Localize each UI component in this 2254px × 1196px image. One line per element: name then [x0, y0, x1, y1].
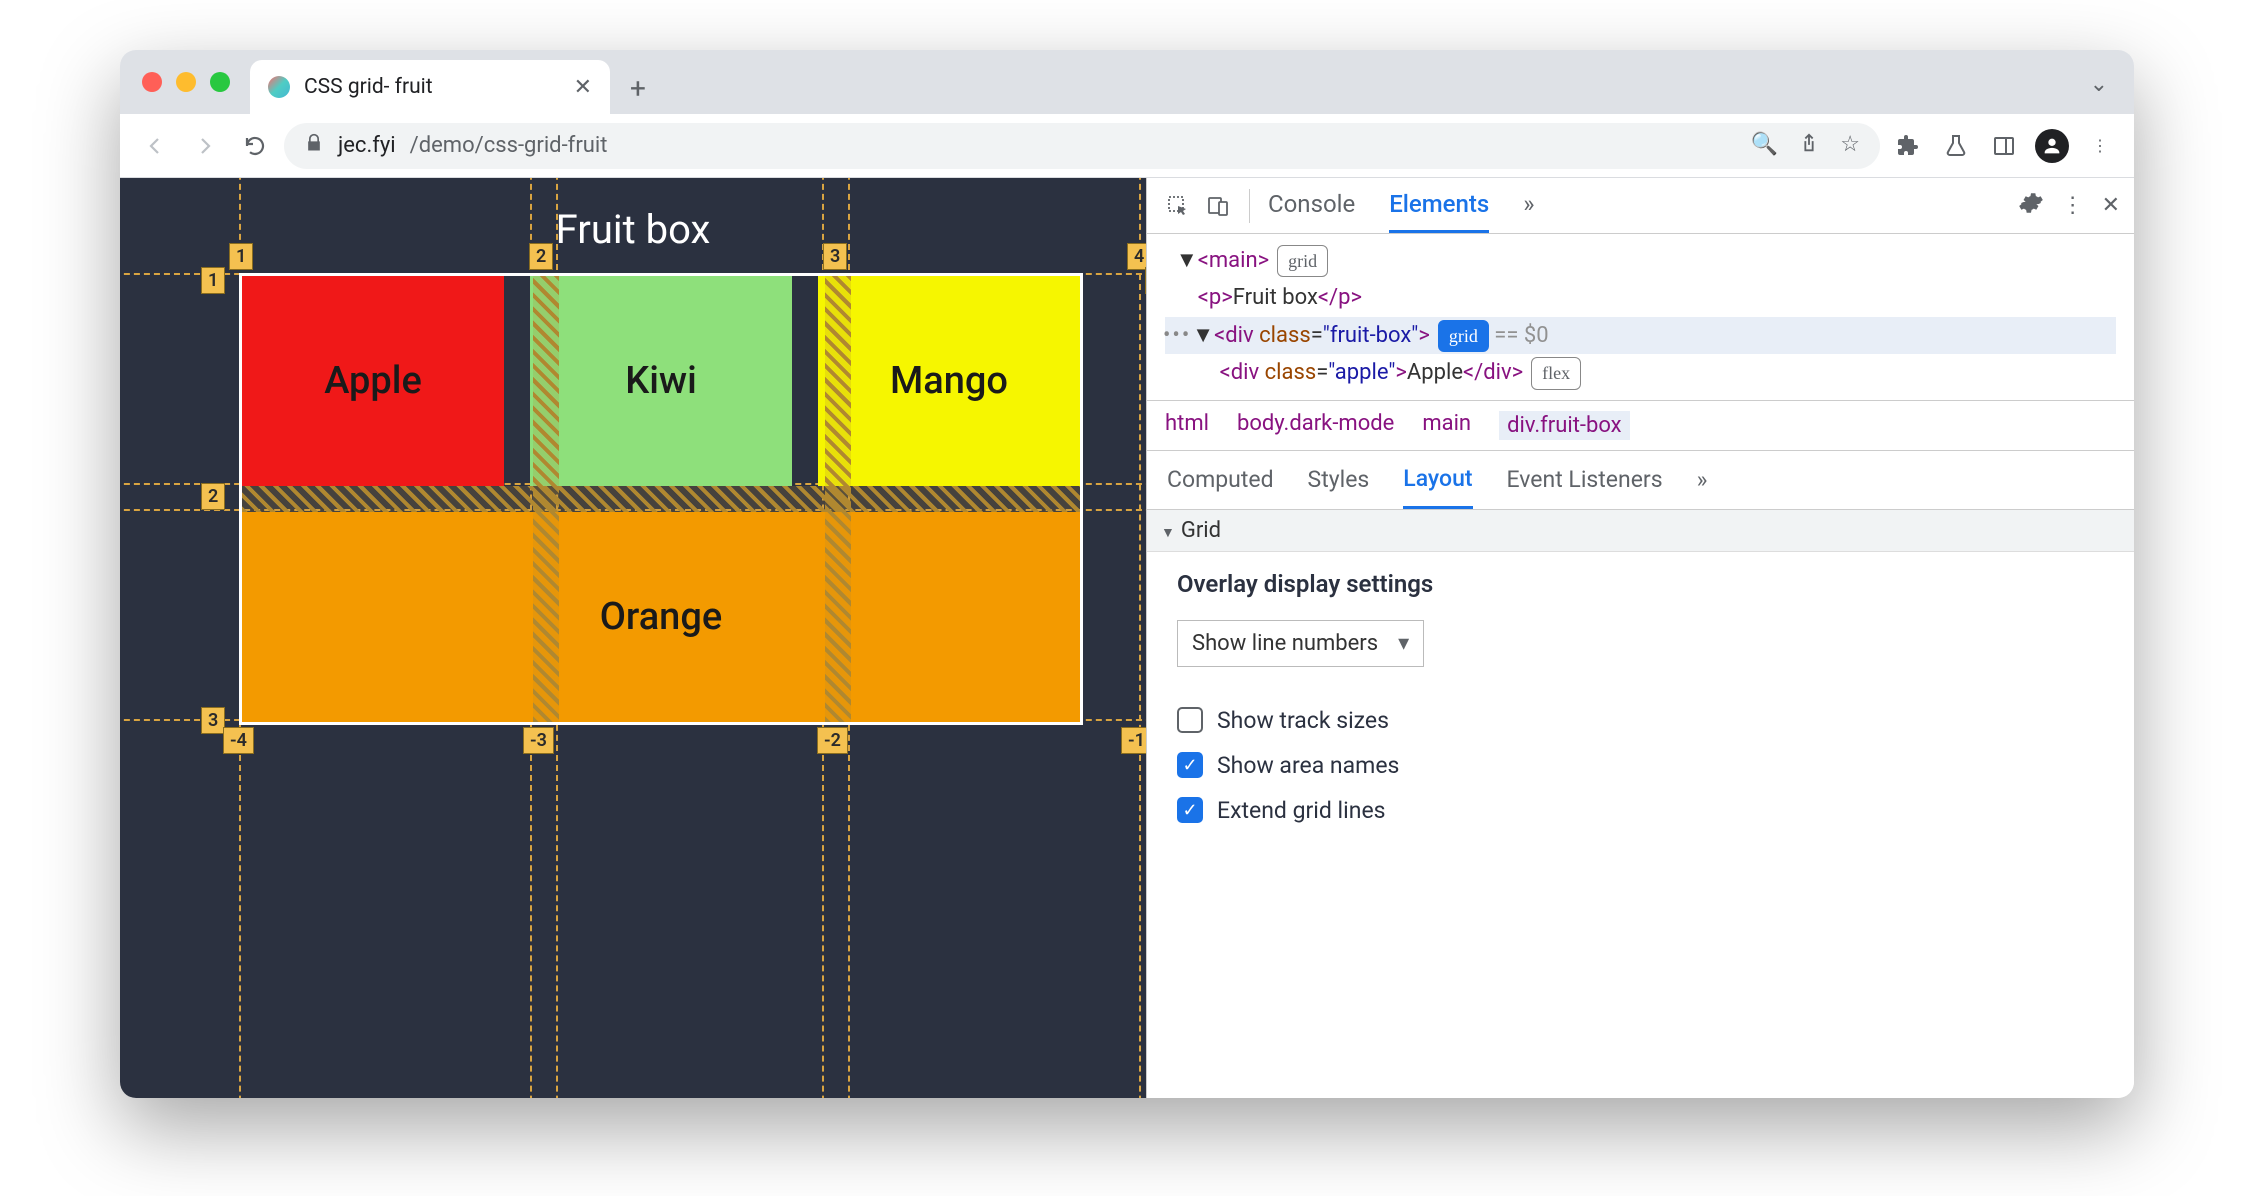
- bookmark-star-icon[interactable]: ☆: [1840, 132, 1860, 160]
- line-number-badge: 1: [229, 243, 253, 270]
- close-devtools-button[interactable]: ✕: [2102, 193, 2120, 218]
- breadcrumb-item[interactable]: body.dark-mode: [1237, 411, 1394, 440]
- line-number-badge: 2: [529, 243, 553, 270]
- grid-section-header[interactable]: Grid: [1147, 510, 2134, 552]
- maximize-window-button[interactable]: [210, 72, 230, 92]
- breadcrumb-item[interactable]: html: [1165, 411, 1209, 440]
- browser-window: CSS grid- fruit ✕ + ⌄ jec.fyi/demo/css-g…: [120, 50, 2134, 1098]
- grid-cell-apple: Apple: [242, 276, 504, 486]
- grid-badge[interactable]: grid: [1277, 245, 1328, 278]
- line-numbers-select[interactable]: Show line numbers: [1177, 620, 1424, 667]
- browser-tab[interactable]: CSS grid- fruit ✕: [250, 60, 610, 114]
- lock-icon: [304, 133, 324, 159]
- window-controls: [142, 72, 230, 92]
- line-number-badge: 3: [201, 707, 225, 734]
- grid-cell-orange: Orange: [242, 512, 1080, 722]
- grid-cell-kiwi: Kiwi: [530, 276, 792, 486]
- tab-strip: CSS grid- fruit ✕ + ⌄: [120, 50, 2134, 114]
- grid-overlay-region: Apple Kiwi Mango Orange 1 2 3 4 1 2 3 -1…: [183, 273, 1083, 725]
- breadcrumb-item-selected[interactable]: div.fruit-box: [1499, 411, 1630, 440]
- reload-button[interactable]: [234, 125, 276, 167]
- profile-avatar[interactable]: [2032, 126, 2072, 166]
- line-number-badge: 4: [1127, 243, 1146, 270]
- devtools-toolbar: Console Elements » ⋮ ✕: [1147, 178, 2134, 234]
- inspect-element-icon[interactable]: [1161, 189, 1195, 223]
- line-number-badge: -3: [523, 727, 554, 754]
- line-number-badge: 1: [201, 267, 225, 294]
- page-heading: Fruit box: [120, 178, 1146, 273]
- back-button[interactable]: [134, 125, 176, 167]
- checkbox-icon: [1177, 707, 1203, 733]
- zoom-icon[interactable]: 🔍: [1751, 132, 1778, 160]
- url-path: /demo/css-grid-fruit: [410, 133, 608, 158]
- fruit-grid: Apple Kiwi Mango Orange: [239, 273, 1083, 725]
- grid-badge-active[interactable]: grid: [1438, 320, 1489, 353]
- close-tab-button[interactable]: ✕: [574, 75, 592, 100]
- line-number-badge: -1: [1121, 727, 1146, 754]
- extended-grid-line: [1139, 178, 1141, 1098]
- browser-menu-button[interactable]: ⋮: [2080, 126, 2120, 166]
- line-number-badge: -1: [1145, 267, 1146, 294]
- flex-badge[interactable]: flex: [1531, 357, 1581, 390]
- overlay-settings-heading: Overlay display settings: [1177, 570, 2104, 598]
- checkbox-icon: ✓: [1177, 797, 1203, 823]
- tab-styles[interactable]: Styles: [1308, 452, 1370, 507]
- breadcrumb-item[interactable]: main: [1422, 411, 1471, 440]
- address-bar[interactable]: jec.fyi/demo/css-grid-fruit 🔍 ☆: [284, 123, 1880, 169]
- favicon: [268, 76, 290, 98]
- forward-button[interactable]: [184, 125, 226, 167]
- dom-node[interactable]: <div class="apple">Apple</div>flex: [1165, 354, 2116, 391]
- side-panel-icon[interactable]: [1984, 126, 2024, 166]
- styles-sub-tabs: Computed Styles Layout Event Listeners »: [1147, 451, 2134, 510]
- checkbox-icon: ✓: [1177, 752, 1203, 778]
- tabs-dropdown-button[interactable]: ⌄: [2090, 72, 2108, 97]
- line-number-badge: 2: [201, 483, 225, 510]
- line-number-badge: -4: [223, 727, 254, 754]
- devtools-main-tabs: Console Elements »: [1268, 178, 1534, 233]
- labs-icon[interactable]: [1936, 126, 1976, 166]
- line-number-badge: -2: [817, 727, 848, 754]
- close-window-button[interactable]: [142, 72, 162, 92]
- share-icon[interactable]: [1798, 132, 1820, 160]
- checkbox-area-names[interactable]: ✓Show area names: [1177, 752, 2104, 779]
- tab-title: CSS grid- fruit: [304, 75, 433, 99]
- grid-gap: [242, 486, 1080, 512]
- tab-event-listeners[interactable]: Event Listeners: [1507, 452, 1663, 507]
- line-number-badge: 3: [823, 243, 847, 270]
- dom-node-selected[interactable]: ••• ▼<div class="fruit-box">grid == $0: [1165, 317, 2116, 354]
- tab-computed[interactable]: Computed: [1167, 452, 1274, 507]
- more-tabs-button[interactable]: »: [1523, 178, 1534, 233]
- tab-elements[interactable]: Elements: [1389, 178, 1489, 233]
- devtools-menu-button[interactable]: ⋮: [2062, 193, 2084, 218]
- tab-console[interactable]: Console: [1268, 178, 1355, 233]
- more-sub-tabs-button[interactable]: »: [1697, 452, 1708, 507]
- content-area: Fruit box Apple Kiwi Mango: [120, 178, 2134, 1098]
- devtools-panel: Console Elements » ⋮ ✕ ▼<main>grid <p>Fr…: [1146, 178, 2134, 1098]
- extensions-icon[interactable]: [1888, 126, 1928, 166]
- dom-node[interactable]: ▼<main>grid: [1165, 242, 2116, 279]
- minimize-window-button[interactable]: [176, 72, 196, 92]
- checkbox-track-sizes[interactable]: Show track sizes: [1177, 707, 2104, 734]
- grid-cell-mango: Mango: [818, 276, 1080, 486]
- new-tab-button[interactable]: +: [618, 68, 658, 108]
- checkbox-extend-lines[interactable]: ✓Extend grid lines: [1177, 797, 2104, 824]
- tab-layout[interactable]: Layout: [1403, 451, 1472, 509]
- dom-node[interactable]: <p>Fruit box</p>: [1165, 279, 2116, 316]
- device-toolbar-icon[interactable]: [1201, 189, 1235, 223]
- rendered-page: Fruit box Apple Kiwi Mango: [120, 178, 1146, 1098]
- omnibox-actions: 🔍 ☆: [1751, 132, 1860, 160]
- url-host: jec.fyi: [338, 133, 396, 158]
- dom-tree[interactable]: ▼<main>grid <p>Fruit box</p> ••• ▼<div c…: [1147, 234, 2134, 400]
- settings-gear-icon[interactable]: [2018, 190, 2044, 222]
- breadcrumbs: html body.dark-mode main div.fruit-box: [1147, 400, 2134, 451]
- browser-toolbar: jec.fyi/demo/css-grid-fruit 🔍 ☆ ⋮: [120, 114, 2134, 178]
- layout-pane: Overlay display settings Show line numbe…: [1147, 552, 2134, 860]
